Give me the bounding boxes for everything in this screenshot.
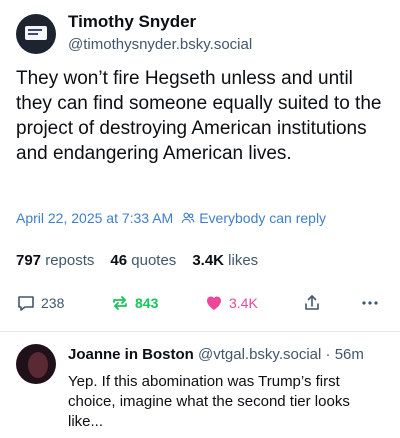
avatar-image: [25, 26, 47, 40]
author-name[interactable]: Timothy Snyder: [68, 12, 196, 32]
reposts-count: 797: [16, 252, 42, 269]
post-text: They won’t fire Hegseth unless and until…: [16, 68, 382, 164]
post-stats: 797 reposts 46 quotes 3.4K likes: [16, 252, 274, 269]
heart-icon: [207, 296, 221, 310]
avatar-image: [28, 352, 48, 378]
post-actions: 238 843 3.4K: [14, 293, 386, 317]
repost-button[interactable]: 843: [110, 293, 158, 313]
reply-header: Joanne in Boston @vtgal.bsky.social · 56…: [68, 346, 364, 363]
like-button[interactable]: 3.4K: [204, 293, 258, 313]
like-count: 3.4K: [229, 295, 258, 311]
more-options-button[interactable]: [360, 293, 385, 313]
quotes-count: 46: [110, 252, 128, 269]
likes-count: 3.4K: [192, 252, 224, 269]
reply-separator: ·: [325, 346, 331, 363]
divider: [0, 331, 400, 332]
repost-count: 843: [135, 295, 159, 311]
share-icon: [305, 295, 319, 310]
reply-audience[interactable]: Everybody can reply: [199, 210, 326, 226]
reply-author-avatar[interactable]: [16, 344, 56, 384]
people-icon: [181, 212, 195, 223]
reposts-label: reposts: [45, 252, 95, 269]
reposts-stat[interactable]: 797 reposts: [16, 252, 94, 269]
repost-icon: [113, 296, 127, 310]
post-thread: Timothy Snyder @timothysnyder.bsky.socia…: [0, 0, 400, 438]
quotes-stat[interactable]: 46 quotes: [110, 252, 176, 269]
post-meta: April 22, 2025 at 7:33 AM Everybody can …: [16, 210, 326, 226]
author-handle[interactable]: @timothysnyder.bsky.social: [68, 36, 252, 53]
likes-label: likes: [228, 252, 259, 269]
quotes-label: quotes: [131, 252, 177, 269]
share-button[interactable]: [302, 293, 327, 313]
reply-time[interactable]: 56m: [335, 346, 364, 363]
reply-button[interactable]: 238: [16, 293, 64, 313]
likes-stat[interactable]: 3.4K likes: [192, 252, 258, 269]
reply-text: Yep. If this abomination was Trump’s fir…: [68, 373, 350, 430]
reply-count: 238: [41, 295, 65, 311]
reply-author-handle[interactable]: @vtgal.bsky.social: [198, 346, 321, 363]
author-avatar[interactable]: [16, 14, 56, 54]
reply-icon: [18, 296, 34, 311]
post-timestamp[interactable]: April 22, 2025 at 7:33 AM: [16, 210, 173, 226]
reply-author-name[interactable]: Joanne in Boston: [68, 346, 194, 363]
more-icon: [362, 301, 378, 305]
